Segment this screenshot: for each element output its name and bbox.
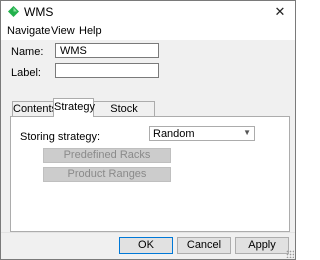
apply-button[interactable]: Apply	[235, 237, 289, 254]
predefined-racks-button[interactable]: Predefined Racks	[43, 148, 171, 163]
label-label: Label:	[11, 67, 41, 79]
storing-strategy-label: Storing strategy:	[20, 131, 101, 143]
menu-view[interactable]: View	[51, 25, 75, 37]
cancel-button[interactable]: Cancel	[177, 237, 231, 254]
tab-stock-removal[interactable]: Stock Removal	[93, 101, 155, 130]
name-field[interactable]: WMS	[55, 43, 159, 58]
menu-bar: Navigate View Help	[1, 23, 295, 40]
name-label: Name:	[11, 46, 44, 58]
ok-button[interactable]: OK	[119, 237, 173, 254]
footer-divider	[1, 232, 295, 233]
title-bar[interactable]: WMS ✕	[1, 1, 295, 23]
strategy-panel: Storing strategy: Random ▼ Predefined Ra…	[10, 116, 290, 232]
menu-navigate[interactable]: Navigate	[7, 25, 50, 37]
storing-strategy-value: Random	[153, 128, 195, 140]
close-button[interactable]: ✕	[265, 1, 295, 23]
window-title: WMS	[24, 5, 54, 19]
app-icon	[8, 6, 19, 17]
menu-help[interactable]: Help	[79, 25, 102, 37]
resize-grip[interactable]	[286, 250, 294, 258]
storing-strategy-select[interactable]: Random ▼	[149, 126, 255, 141]
label-field[interactable]	[55, 63, 159, 78]
product-ranges-button[interactable]: Product Ranges	[43, 167, 171, 182]
tab-contents[interactable]: Contents	[12, 101, 57, 117]
tab-strategy[interactable]: Strategy	[53, 98, 95, 117]
chevron-down-icon: ▼	[243, 128, 251, 137]
dialog-window: WMS ✕ Navigate View Help Name: WMS Label…	[0, 0, 296, 260]
